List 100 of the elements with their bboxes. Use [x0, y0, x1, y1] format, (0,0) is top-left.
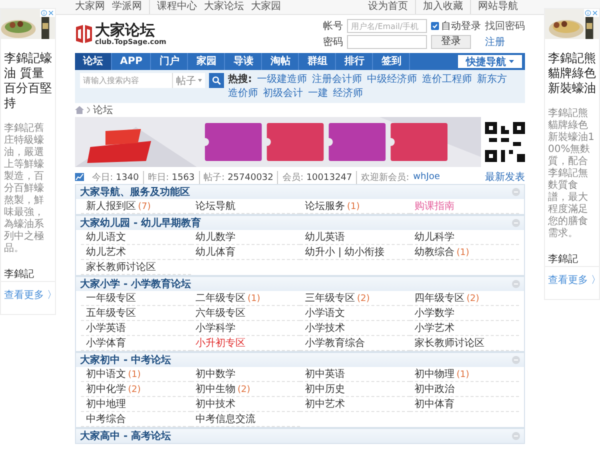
account-field[interactable]: 用户名/Email/手机: [347, 19, 427, 33]
ad-title: 李錦記蠔油 質量百分百堅持: [3, 50, 53, 111]
post-count: (2): [357, 294, 370, 304]
forum-link[interactable]: 一年级专区: [86, 293, 136, 304]
hot-search-link[interactable]: 一建: [308, 87, 328, 100]
forum-link[interactable]: 幼儿数学: [196, 232, 236, 243]
post-count: (2): [466, 294, 480, 304]
forum-link[interactable]: 初中体育: [414, 399, 454, 410]
section-title[interactable]: 大家高中 - 高考论坛: [80, 429, 172, 443]
caret-icon: [509, 60, 514, 63]
forum-link[interactable]: 小学技术: [305, 323, 345, 334]
forum-link[interactable]: 论坛导航: [196, 201, 236, 212]
chevron-icon: [87, 107, 90, 113]
forum-link[interactable]: 六年级专区: [196, 308, 246, 319]
forum-link[interactable]: 初中历史: [305, 384, 345, 395]
forum-link[interactable]: 小升初专区: [196, 338, 246, 349]
forum-link[interactable]: 家长教师讨论区: [414, 338, 484, 349]
auto-login-checkbox[interactable]: 自动登录: [431, 19, 481, 33]
ad-panel[interactable]: 李錦記熊貓牌綠色新裝蠔油 李錦記熊貓牌綠色新裝蠔油100%無麩質，配合李錦記無麩質食譜，最大程度滿足您的膳食需求。 李錦記 查看更多 〉: [544, 8, 600, 300]
hot-search-link[interactable]: 中级经济师: [367, 73, 417, 86]
close-icon[interactable]: [48, 10, 54, 16]
top-link[interactable]: 大家论坛: [204, 0, 244, 14]
post-count: (7): [138, 202, 151, 212]
register-link[interactable]: 注册: [485, 35, 525, 49]
forum-link[interactable]: 二年级专区: [196, 293, 246, 304]
forum-link[interactable]: 幼儿英语: [305, 232, 345, 243]
nav-tab[interactable]: 论坛: [75, 53, 112, 70]
info-icon[interactable]: [585, 10, 591, 16]
hot-search-link[interactable]: 初级会计: [263, 87, 303, 100]
hot-search-link[interactable]: 新东方: [477, 73, 507, 86]
forum-link[interactable]: 幼儿语文: [86, 232, 126, 243]
top-link[interactable]: 设为首页: [368, 0, 408, 14]
forum-link[interactable]: 新人报到区: [86, 201, 136, 212]
forum-link[interactable]: 初中艺术: [305, 399, 345, 410]
forum-link[interactable]: 三年级专区: [305, 293, 355, 304]
forum-link[interactable]: 初中英语: [305, 369, 345, 380]
collapse-icon[interactable]: [512, 280, 520, 288]
forum-link[interactable]: 初中技术: [196, 399, 236, 410]
forum-link[interactable]: 四年级专区: [414, 293, 464, 304]
section-title[interactable]: 大家小学 - 小学教育论坛: [80, 277, 192, 291]
forum-link[interactable]: 幼教综合: [414, 247, 454, 258]
forum-link[interactable]: 小学英语: [86, 323, 126, 334]
forum-link[interactable]: 中考综合: [86, 414, 126, 425]
forgot-password-link[interactable]: 找回密码: [485, 19, 525, 33]
login-button[interactable]: 登录: [431, 35, 471, 49]
top-link[interactable]: 大家园: [251, 0, 281, 14]
account-label: 帐号: [323, 20, 343, 33]
forum-link[interactable]: 初中化学: [86, 384, 126, 395]
new-member-link[interactable]: whJoe: [413, 172, 440, 182]
ad-text: 李錦記舊庄特級蠔油，嚴選上等鮮蠔製造，百分百鮮蠔熬製，鮮味最強，為蠔油系列中之極品。: [3, 122, 45, 255]
forum-link[interactable]: 小学数学: [414, 308, 454, 319]
forum-link[interactable]: 论坛服务: [305, 201, 345, 212]
forum-link[interactable]: 家长教师讨论区: [86, 262, 156, 273]
qr-code-icon: [485, 122, 525, 162]
home-icon[interactable]: [75, 106, 84, 114]
forum-link[interactable]: 幼儿科学: [414, 232, 454, 243]
latest-posts-link[interactable]: 最新发表: [485, 170, 525, 184]
collapse-icon[interactable]: [512, 219, 520, 227]
collapse-icon[interactable]: [512, 432, 520, 440]
scope-dropdown[interactable]: 帖子: [172, 73, 205, 88]
ad-panel[interactable]: 李錦記蠔油 質量百分百堅持 李錦記舊庄特級蠔油，嚴選上等鮮蠔製造，百分百鮮蠔熬製，鮮味最強，為蠔油系列中之極品。 李錦記 查看更多 〉: [0, 8, 56, 315]
close-icon[interactable]: [592, 10, 598, 16]
section-title[interactable]: 大家初中 - 中考论坛: [80, 353, 172, 367]
forum-link[interactable]: 初中数学: [196, 369, 236, 380]
quick-nav-button[interactable]: 快捷导航: [458, 55, 522, 68]
forum-link[interactable]: 小学教育综合: [305, 338, 365, 349]
top-link[interactable]: 网站导航: [470, 0, 518, 14]
forum-link[interactable]: 初中物理: [414, 369, 454, 380]
search-button[interactable]: [209, 73, 224, 88]
forum-link[interactable]: 小学语文: [305, 308, 345, 319]
hot-search-link[interactable]: 经济师: [333, 87, 363, 100]
hot-search-link[interactable]: 造价师: [228, 87, 258, 100]
forum-link[interactable]: 初中政治: [414, 384, 454, 395]
password-field[interactable]: [347, 35, 427, 49]
section-title[interactable]: 大家导航、服务及功能区: [80, 185, 190, 199]
hot-search-link[interactable]: 注册会计师: [312, 73, 362, 86]
top-link[interactable]: 学派网: [112, 0, 142, 14]
forum-link[interactable]: 幼儿体育: [196, 247, 236, 258]
hot-search-link[interactable]: 造价工程师: [422, 73, 472, 86]
forum-link[interactable]: 小学体育: [86, 338, 126, 349]
top-link[interactable]: 课程中心: [149, 0, 197, 14]
ad-text: 李錦記熊貓牌綠色新裝蠔油100%無麩質，配合李錦記無麩質食譜，最大程度滿足您的膳食需求。: [547, 106, 596, 240]
section-title[interactable]: 大家幼儿园 - 幼儿早期教育: [80, 216, 202, 230]
breadcrumb-link[interactable]: 论坛: [93, 103, 113, 117]
hot-search-link[interactable]: 一级建造师: [257, 73, 307, 86]
search-field[interactable]: 请输入搜索内容 帖子: [80, 73, 205, 88]
forum-link[interactable]: 初中语文: [86, 369, 126, 380]
forum-link[interactable]: 初中地理: [86, 399, 126, 410]
forum-link[interactable]: 初中生物: [196, 384, 236, 395]
forum-link[interactable]: 幼升小 | 幼小衔接: [305, 247, 385, 258]
forum-link[interactable]: 五年级专区: [86, 308, 136, 319]
forum-link[interactable]: 幼儿艺术: [86, 247, 126, 258]
collapse-icon[interactable]: [512, 188, 520, 196]
top-link[interactable]: 加入收藏: [415, 0, 463, 14]
forum-link[interactable]: 中考信息交流: [196, 414, 256, 425]
info-icon[interactable]: [41, 10, 47, 16]
forum-link[interactable]: 小学艺术: [414, 323, 454, 334]
top-link[interactable]: 大家网: [75, 0, 105, 14]
collapse-icon[interactable]: [512, 356, 520, 364]
forum-link[interactable]: 小学科学: [196, 323, 236, 334]
